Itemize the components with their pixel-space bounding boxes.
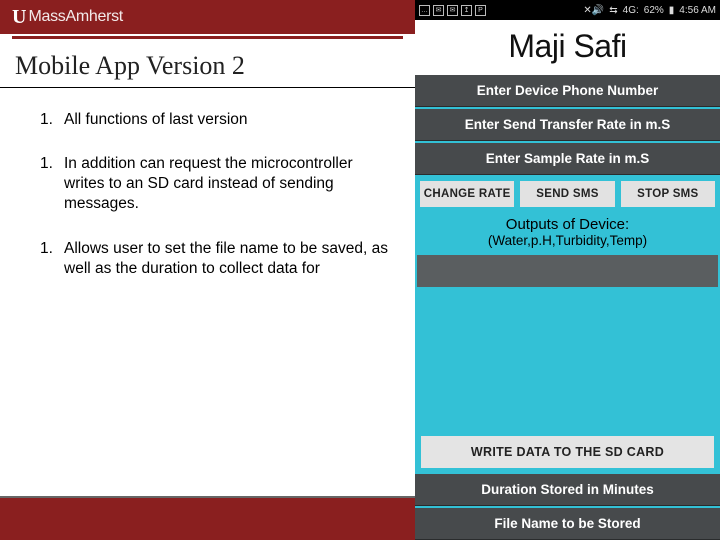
status-right: ✕🔊 ⇆ 4G: 62% ▮ 4:56 AM (583, 5, 716, 16)
filename-input[interactable]: File Name to be Stored (415, 508, 720, 540)
change-rate-button[interactable]: CHANGE RATE (420, 181, 514, 207)
phone-number-input[interactable]: Enter Device Phone Number (415, 75, 720, 107)
android-status-bar: … ✉ ✉ ↥ P ✕🔊 ⇆ 4G: 62% ▮ 4:56 AM (415, 0, 720, 20)
slide-title: Mobile App Version 2 (0, 39, 415, 88)
battery-icon: ▮ (669, 5, 675, 16)
mail-icon: ✉ (447, 5, 458, 16)
sample-rate-input[interactable]: Enter Sample Rate in m.S (415, 143, 720, 175)
more-icon: … (419, 5, 430, 16)
list-item: 1. Allows user to set the file name to b… (40, 239, 395, 279)
wifi-icon: ⇆ (609, 5, 617, 16)
clock-time: 4:56 AM (679, 5, 716, 16)
bullet-number: 1. (40, 154, 64, 214)
bullet-text: All functions of last version (64, 110, 395, 130)
bullet-text: In addition can request the microcontrol… (64, 154, 395, 214)
battery-percent: 62% (644, 5, 664, 16)
bullet-list: 1. All functions of last version 1. In a… (0, 88, 415, 279)
bullet-number: 1. (40, 110, 64, 130)
bullet-text: Allows user to set the file name to be s… (64, 239, 395, 279)
mute-icon: ✕🔊 (583, 5, 604, 16)
stop-sms-button[interactable]: STOP SMS (621, 181, 715, 207)
outputs-subtitle: (Water,p.H,Turbidity,Temp) (415, 233, 720, 253)
app-title: Maji Safi (415, 20, 720, 75)
footer-bar (0, 496, 415, 540)
outputs-title: Outputs of Device: (415, 213, 720, 233)
send-rate-input[interactable]: Enter Send Transfer Rate in m.S (415, 109, 720, 141)
p-icon: P (475, 5, 486, 16)
bottom-controls: WRITE DATA TO THE SD CARD Duration Store… (415, 436, 720, 540)
mail-icon: ✉ (433, 5, 444, 16)
duration-input[interactable]: Duration Stored in Minutes (415, 474, 720, 506)
phone-mockup: … ✉ ✉ ↥ P ✕🔊 ⇆ 4G: 62% ▮ 4:56 AM Maji Sa… (415, 0, 720, 540)
upload-icon: ↥ (461, 5, 472, 16)
list-item: 1. All functions of last version (40, 110, 395, 130)
list-item: 1. In addition can request the microcont… (40, 154, 395, 214)
send-sms-button[interactable]: SEND SMS (520, 181, 614, 207)
status-left: … ✉ ✉ ↥ P (419, 5, 486, 16)
logo-text: MassAmherst (28, 8, 123, 26)
write-sd-button[interactable]: WRITE DATA TO THE SD CARD (421, 436, 714, 468)
button-row: CHANGE RATE SEND SMS STOP SMS (415, 175, 720, 213)
logo-u-icon: U (12, 6, 26, 29)
bullet-number: 1. (40, 239, 64, 279)
slide-panel: U MassAmherst Mobile App Version 2 1. Al… (0, 0, 415, 540)
university-header: U MassAmherst (0, 0, 415, 34)
network-icon: 4G: (623, 5, 639, 16)
output-display (417, 255, 718, 287)
